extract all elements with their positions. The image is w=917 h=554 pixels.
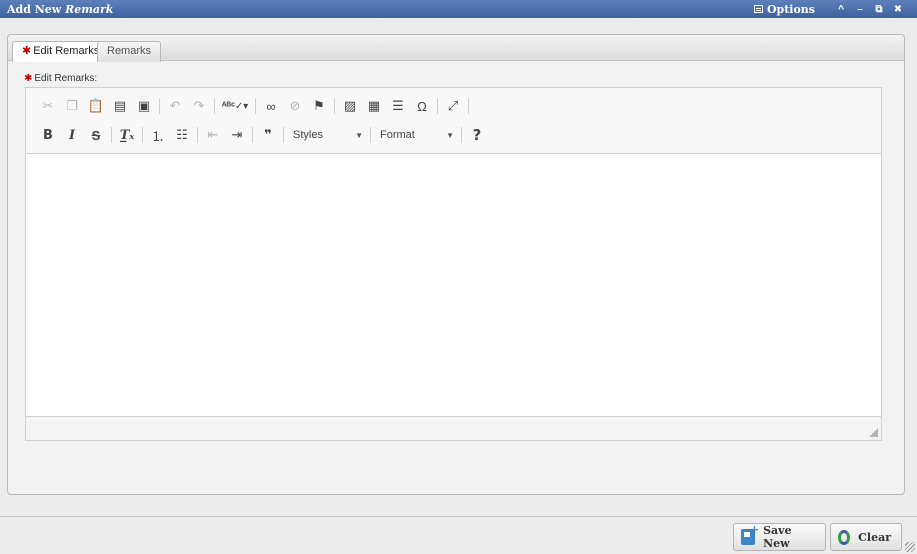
toolbar-separator bbox=[461, 127, 462, 143]
tab-strip: ✱ Edit Remarks Remarks bbox=[8, 35, 904, 62]
options-icon bbox=[753, 5, 763, 13]
toolbar-separator bbox=[334, 98, 335, 114]
footer-bar: Save New Clear bbox=[0, 516, 917, 554]
toolbar-separator bbox=[255, 98, 256, 114]
tab-panel: ✱ Edit Remarks Remarks ✱ Edit Remarks: ✂ ❐… bbox=[7, 34, 905, 495]
indent-icon[interactable]: ⇥ bbox=[225, 124, 249, 146]
rich-text-editor: ✂ ❐ 📋 ▤ ▣ ↶ ↷ ᴬᴮᶜ✓▾ ∞ ⊘ ⚑ ▨ ▦ ☰ Ω ⤢ B I … bbox=[25, 87, 882, 441]
format-dropdown[interactable]: Format ▼ bbox=[374, 125, 458, 145]
save-new-icon bbox=[741, 523, 759, 545]
styles-label: Styles bbox=[293, 129, 323, 141]
toolbar-row-2: B I S T̲ₓ ⒈ ☷ ⇤ ⇥ ❞ Styles ▼ Format ▼ ? bbox=[36, 123, 489, 147]
outdent-icon[interactable]: ⇤ bbox=[201, 124, 225, 146]
copy-icon[interactable]: ❐ bbox=[60, 95, 84, 117]
anchor-icon[interactable]: ⚑ bbox=[307, 95, 331, 117]
title-emphasis: Remark bbox=[65, 2, 114, 16]
clear-button[interactable]: Clear bbox=[830, 523, 902, 551]
toolbar-separator bbox=[468, 98, 469, 114]
window-titlebar: Add New Remark Options ^ – ⧉ ✖ bbox=[0, 0, 917, 18]
numbered-list-icon[interactable]: ⒈ bbox=[146, 124, 170, 146]
minimize-button[interactable]: – bbox=[853, 4, 867, 15]
blockquote-icon[interactable]: ❞ bbox=[256, 124, 280, 146]
window-controls: Options ^ – ⧉ ✖ bbox=[753, 2, 917, 16]
toolbar-separator bbox=[214, 98, 215, 114]
toolbar-separator bbox=[142, 127, 143, 143]
toolbar-separator bbox=[283, 127, 284, 143]
required-marker: ✱ bbox=[22, 45, 32, 57]
maximize-icon[interactable]: ⤢ bbox=[441, 95, 465, 117]
options-label: Options bbox=[766, 2, 815, 16]
refresh-icon bbox=[838, 529, 851, 545]
redo-icon[interactable]: ↷ bbox=[187, 95, 211, 117]
tab-remarks[interactable]: Remarks bbox=[97, 41, 162, 62]
paste-word-icon[interactable]: ▣ bbox=[132, 95, 156, 117]
toolbar-separator bbox=[111, 127, 112, 143]
save-new-label: Save New bbox=[763, 524, 792, 550]
help-icon[interactable]: ? bbox=[465, 124, 489, 146]
chevron-down-icon: ▼ bbox=[355, 130, 363, 140]
unlink-icon[interactable]: ⊘ bbox=[283, 95, 307, 117]
options-menu-button[interactable]: Options bbox=[753, 2, 815, 16]
toolbar-separator bbox=[197, 127, 198, 143]
bold-icon[interactable]: B bbox=[36, 124, 60, 146]
toolbar-separator bbox=[252, 127, 253, 143]
editor-toolbar: ✂ ❐ 📋 ▤ ▣ ↶ ↷ ᴬᴮᶜ✓▾ ∞ ⊘ ⚑ ▨ ▦ ☰ Ω ⤢ B I … bbox=[26, 88, 881, 154]
spellcheck-icon[interactable]: ᴬᴮᶜ✓▾ bbox=[218, 95, 252, 117]
chevron-down-icon: ▼ bbox=[446, 130, 454, 140]
strike-icon[interactable]: S bbox=[84, 124, 108, 146]
image-icon[interactable]: ▨ bbox=[338, 95, 362, 117]
title-prefix: Add New bbox=[7, 2, 66, 16]
restore-button[interactable]: ⧉ bbox=[872, 4, 886, 15]
toolbar-separator bbox=[159, 98, 160, 114]
tab-label: Edit Remarks bbox=[33, 45, 100, 57]
edit-remarks-label: ✱ Edit Remarks: bbox=[24, 73, 97, 84]
link-icon[interactable]: ∞ bbox=[259, 95, 283, 117]
field-label-text: Edit Remarks: bbox=[34, 73, 98, 84]
collapse-button[interactable]: ^ bbox=[834, 4, 848, 15]
required-marker: ✱ bbox=[24, 73, 33, 84]
toolbar-separator bbox=[437, 98, 438, 114]
resize-handle-icon[interactable] bbox=[869, 428, 878, 437]
close-button[interactable]: ✖ bbox=[891, 4, 905, 15]
editor-statusbar bbox=[26, 416, 881, 440]
save-new-button[interactable]: Save New bbox=[733, 523, 826, 551]
tab-label: Remarks bbox=[107, 45, 152, 57]
tab-edit-remarks[interactable]: ✱ Edit Remarks bbox=[12, 41, 110, 62]
cut-icon[interactable]: ✂ bbox=[36, 95, 60, 117]
italic-icon[interactable]: I bbox=[60, 124, 84, 146]
bulleted-list-icon[interactable]: ☷ bbox=[170, 124, 194, 146]
remove-format-icon[interactable]: T̲ₓ bbox=[115, 124, 139, 146]
undo-icon[interactable]: ↶ bbox=[163, 95, 187, 117]
special-char-icon[interactable]: Ω bbox=[410, 95, 434, 117]
styles-dropdown[interactable]: Styles ▼ bbox=[287, 125, 367, 145]
horizontal-rule-icon[interactable]: ☰ bbox=[386, 95, 410, 117]
window-title: Add New Remark bbox=[0, 3, 113, 16]
clear-label: Clear bbox=[858, 530, 891, 544]
toolbar-separator bbox=[370, 127, 371, 143]
paste-text-icon[interactable]: ▤ bbox=[108, 95, 132, 117]
table-icon[interactable]: ▦ bbox=[362, 95, 386, 117]
window-resize-grip[interactable] bbox=[905, 542, 915, 552]
format-label: Format bbox=[380, 129, 415, 141]
paste-icon[interactable]: 📋 bbox=[84, 95, 108, 117]
editor-content-area[interactable] bbox=[26, 155, 881, 417]
toolbar-row-1: ✂ ❐ 📋 ▤ ▣ ↶ ↷ ᴬᴮᶜ✓▾ ∞ ⊘ ⚑ ▨ ▦ ☰ Ω ⤢ bbox=[36, 94, 472, 118]
